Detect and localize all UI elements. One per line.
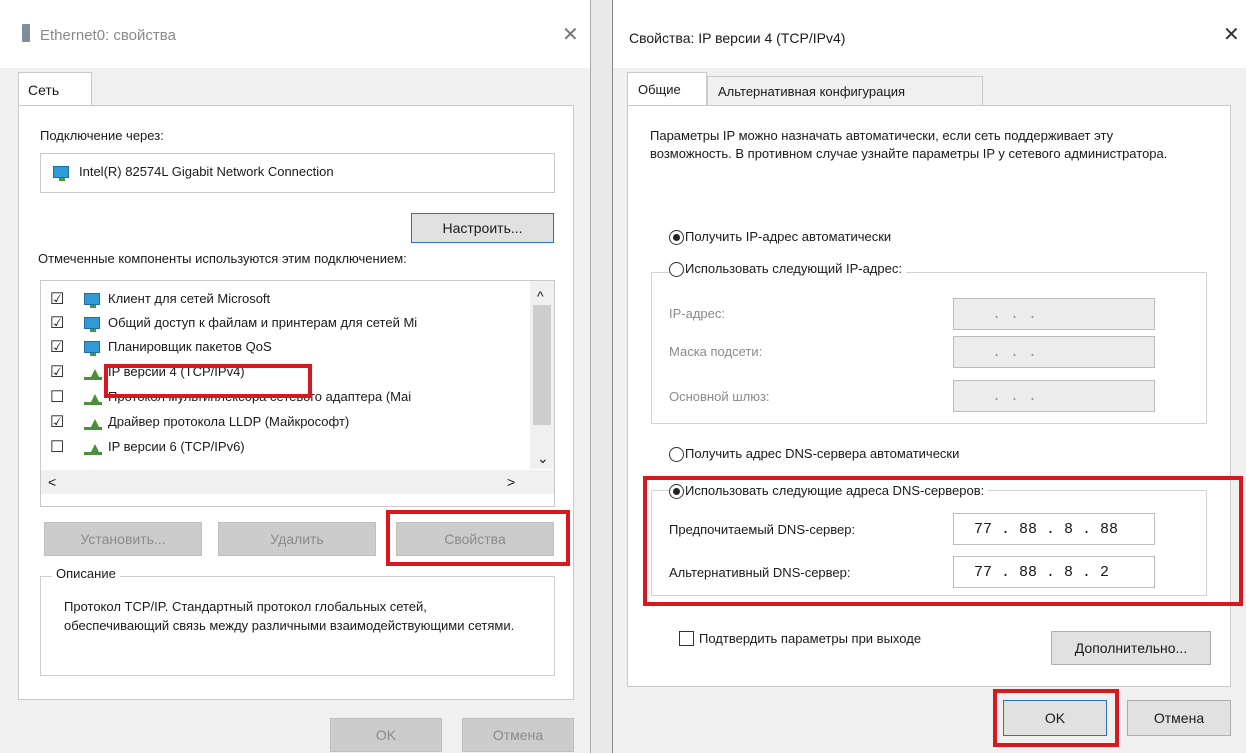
cancel-button[interactable]: Отмена (1127, 700, 1231, 736)
list-hscrollbar[interactable] (41, 470, 554, 494)
radio-manual-ip[interactable] (669, 262, 684, 277)
protocol-icon (84, 391, 102, 405)
protocol-icon (84, 366, 102, 380)
scroll-left-icon[interactable]: < (48, 474, 56, 490)
highlight-ipv4-item (104, 364, 312, 398)
list-item-label: Планировщик пакетов QoS (108, 339, 272, 354)
list-item-label: Клиент для сетей Microsoft (108, 291, 271, 306)
radio-auto-dns[interactable] (669, 447, 684, 462)
close-icon[interactable]: ✕ (562, 22, 579, 47)
scroll-right-icon[interactable]: > (507, 474, 515, 490)
scroll-thumb[interactable] (533, 305, 551, 425)
connect-through-label: Подключение через: (40, 128, 164, 143)
list-item-label: Общий доступ к файлам и принтерам для се… (108, 315, 418, 330)
tab-alternate-config[interactable]: Альтернативная конфигурация (707, 76, 983, 105)
ipv4-properties-dialog: Свойства: IP версии 4 (TCP/IPv4) ✕ Общие… (612, 0, 1246, 753)
close-icon[interactable]: ✕ (1223, 22, 1240, 47)
protocol-icon (84, 416, 102, 430)
protocol-icon (84, 441, 102, 455)
left-dialog-title: Ethernet0: свойства (40, 27, 176, 44)
ok-button[interactable]: OK (330, 718, 442, 752)
checkbox[interactable]: ☐ (50, 437, 64, 457)
gateway-label: Основной шлюз: (669, 389, 770, 404)
subnet-mask-field[interactable]: . . . (953, 336, 1155, 368)
list-item[interactable]: ☑ Планировщик пакетов QoS (50, 336, 525, 360)
list-item[interactable]: ☐ IP версии 6 (TCP/IPv6) (50, 436, 525, 460)
highlight-ok-button (993, 689, 1119, 747)
cancel-button[interactable]: Отмена (462, 718, 574, 752)
highlight-dns-section (643, 476, 1243, 606)
checkbox[interactable]: ☑ (50, 412, 64, 432)
gateway-field[interactable]: . . . (953, 380, 1155, 412)
checkbox[interactable]: ☐ (50, 387, 64, 407)
checkbox[interactable]: ☑ (50, 289, 64, 309)
subnet-mask-label: Маска подсети: (669, 344, 763, 359)
list-item-label: Драйвер протокола LLDP (Майкрософт) (108, 414, 350, 429)
list-item[interactable]: ☑ Клиент для сетей Microsoft (50, 288, 525, 312)
qos-icon (84, 341, 100, 356)
ip-address-label: IP-адрес: (669, 306, 725, 321)
network-adapter-icon (22, 24, 30, 42)
adapter-box: Intel(R) 82574L Gigabit Network Connecti… (40, 153, 555, 193)
validate-checkbox[interactable] (679, 631, 694, 646)
radio-auto-dns-label: Получить адрес DNS-сервера автоматически (685, 446, 960, 461)
validate-label: Подтвердить параметры при выходе (699, 631, 922, 646)
description-label: Описание (52, 566, 120, 581)
right-dialog-title: Свойства: IP версии 4 (TCP/IPv4) (629, 30, 846, 46)
highlight-properties-button (386, 510, 570, 566)
scroll-up-icon[interactable]: ^ (537, 288, 544, 304)
ip-address-field[interactable]: . . . (953, 298, 1155, 330)
install-button[interactable]: Установить... (44, 522, 202, 556)
checkbox[interactable]: ☑ (50, 337, 64, 357)
radio-auto-ip-label: Получить IP-адрес автоматически (685, 229, 892, 244)
configure-button[interactable]: Настроить... (411, 213, 554, 243)
intro-text: Параметры IP можно назначать автоматичес… (650, 128, 1168, 161)
ethernet-properties-dialog: Ethernet0: свойства ✕ Сеть Подключение ч… (0, 0, 590, 753)
uninstall-button[interactable]: Удалить (218, 522, 376, 556)
list-item[interactable]: ☑ Драйвер протокола LLDP (Майкрософт) (50, 411, 525, 435)
advanced-button[interactable]: Дополнительно... (1051, 631, 1211, 665)
tab-general[interactable]: Общие (627, 72, 707, 106)
checkbox[interactable]: ☑ (50, 362, 64, 382)
checkbox[interactable]: ☑ (50, 313, 64, 333)
sharing-icon (84, 317, 100, 332)
radio-manual-ip-label: Использовать следующий IP-адрес: (685, 261, 906, 276)
image-divider (590, 0, 612, 753)
network-card-icon (53, 166, 69, 181)
radio-auto-ip[interactable] (669, 230, 684, 245)
list-item[interactable]: ☑ Общий доступ к файлам и принтерам для … (50, 312, 525, 336)
tab-network[interactable]: Сеть (18, 72, 92, 106)
adapter-name: Intel(R) 82574L Gigabit Network Connecti… (79, 164, 334, 179)
list-item-label: IP версии 6 (TCP/IPv6) (108, 439, 245, 454)
components-label: Отмеченные компоненты используются этим … (38, 251, 407, 266)
client-icon (84, 293, 100, 308)
scroll-down-icon[interactable]: ⌄ (537, 450, 549, 467)
description-text: Протокол TCP/IP. Стандартный протокол гл… (64, 599, 515, 633)
